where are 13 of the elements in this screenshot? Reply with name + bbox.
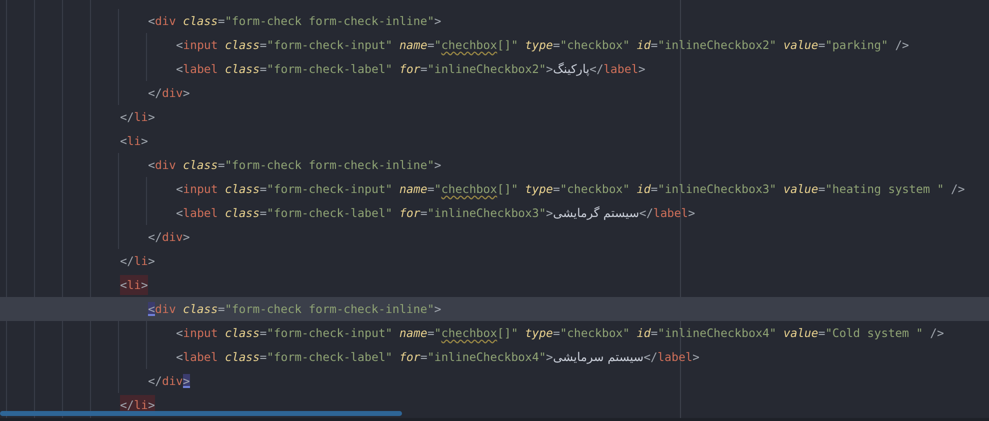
code-line: <li> [120, 133, 149, 150]
horizontal-scrollbar[interactable] [0, 411, 402, 416]
code-line: </li> [120, 109, 156, 126]
code-line: </div> [148, 373, 191, 390]
code-line: </div> [148, 85, 191, 102]
code-line: <input class="form-check-input" name="chechbox[]" type="checkbox" id="inlineCheckbox2" value="parking" /> [176, 37, 910, 54]
code-line: <div class="form-check form-check-inline"> [148, 13, 442, 30]
code-line: </li> [120, 253, 156, 270]
code-line: </div> [148, 229, 191, 246]
code-line: <input class="form-check-input" name="chechbox[]" type="checkbox" id="inlineCheckbox3" value="heating system " /> [176, 181, 966, 198]
code-line: <li> [120, 273, 989, 297]
code-line: <div class="form-check form-check-inline"> [148, 157, 442, 174]
code-line: <input class="form-check-input" name="chechbox[]" type="checkbox" id="inlineCheckbox4" value="Cold system " /> [176, 325, 945, 342]
